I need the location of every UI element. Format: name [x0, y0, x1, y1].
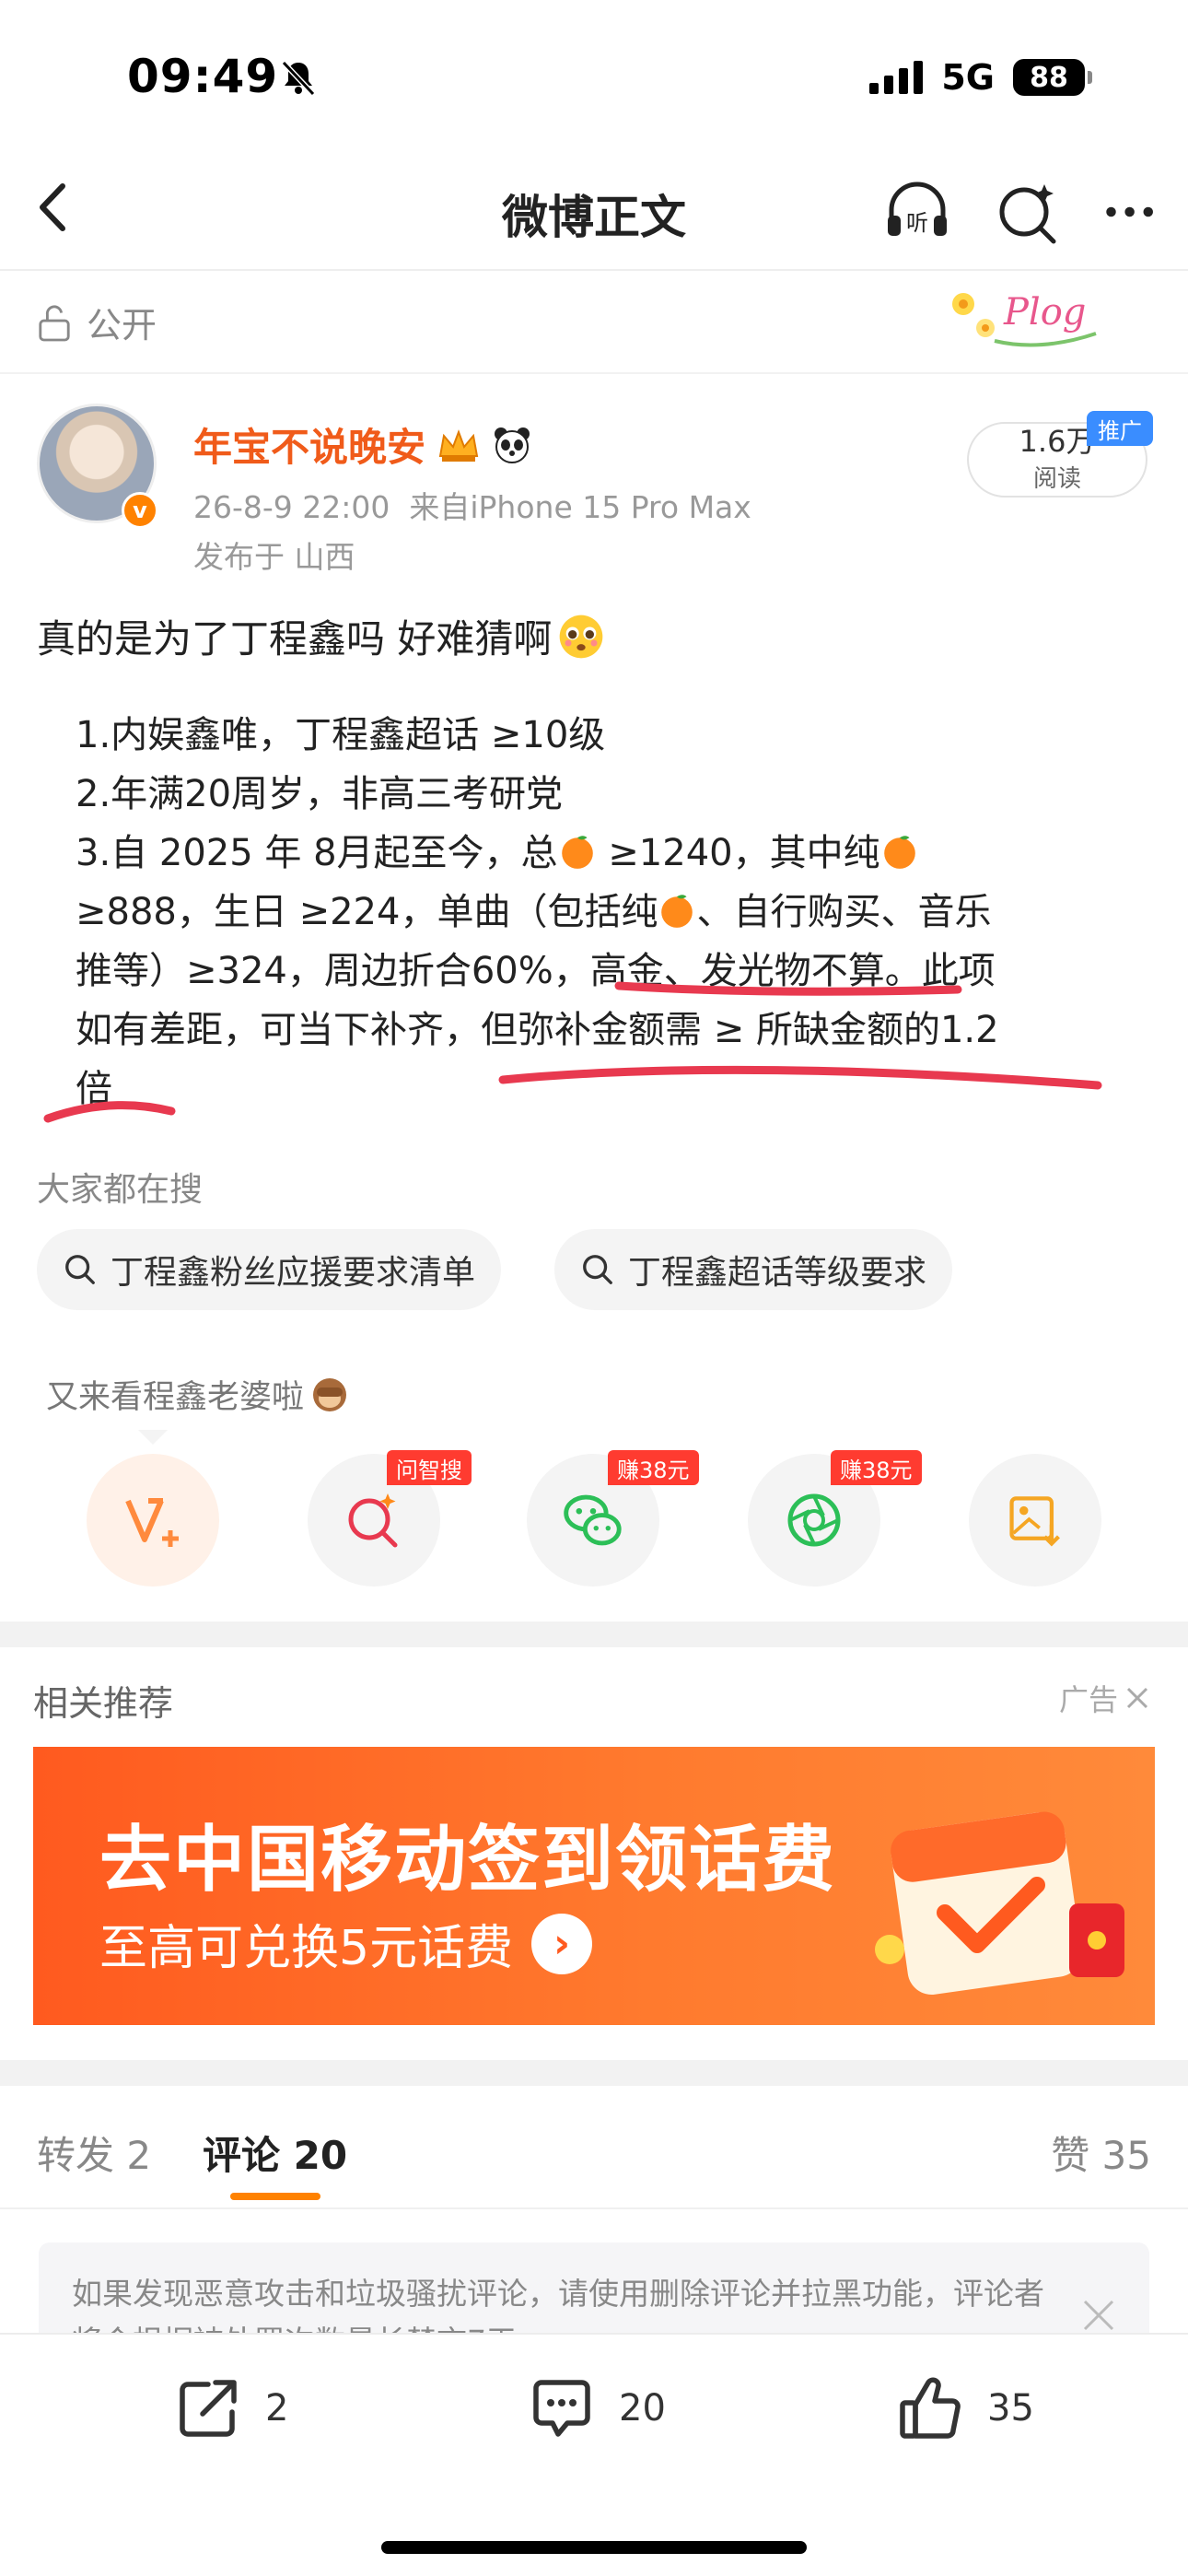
- battery-level: 88: [1030, 61, 1068, 94]
- verified-badge-icon: v: [122, 492, 158, 529]
- search-icon: [583, 1255, 612, 1284]
- post-text: ≥1240，其中纯: [596, 832, 880, 874]
- moments-badge: 赚38元: [831, 1450, 922, 1485]
- pleading-face-emoji-icon: [560, 615, 603, 658]
- bottom-action-bar: [0, 2333, 1188, 2576]
- post-line: 1.内娱鑫唯，丁程鑫超话 ≥10级: [76, 714, 606, 756]
- visibility-row[interactable]: 公开: [37, 297, 157, 347]
- superfan-button[interactable]: [87, 1454, 219, 1587]
- see-no-evil-monkey-icon: [313, 1377, 347, 1411]
- superfan-v-icon: [125, 1498, 179, 1547]
- comment-count: 20: [619, 2387, 666, 2430]
- post-title-text: 真的是为了丁程鑫吗 好难猜啊: [37, 616, 553, 662]
- comment-button[interactable]: 20: [525, 2371, 666, 2445]
- orange-emoji-icon: [661, 895, 693, 928]
- listen-button[interactable]: 听: [880, 175, 954, 252]
- status-right: 5G 88: [869, 57, 1092, 98]
- read-count-label: 阅读: [1032, 464, 1081, 493]
- search-chip[interactable]: 丁程鑫粉丝应援要求清单: [37, 1229, 502, 1310]
- crown-badge-icon: [438, 428, 479, 462]
- tab-likes[interactable]: 赞 35: [1051, 2125, 1151, 2181]
- search-icon: [65, 1255, 95, 1284]
- orange-emoji-icon: [883, 836, 915, 869]
- network-label: 5G: [941, 57, 995, 98]
- panda-emoji-icon: [495, 427, 530, 463]
- ad-label[interactable]: 广告: [1059, 1677, 1151, 1719]
- emoji-reaction-label: 又来看程鑫老婆啦: [46, 1371, 350, 1418]
- status-time: 09:49: [127, 50, 279, 103]
- post-text: 、自行购买、音乐: [696, 891, 992, 933]
- tab-reposts[interactable]: 转发 2: [37, 2125, 151, 2181]
- calendar-check-icon: [875, 1811, 1124, 1995]
- chevron-right-icon: ›: [531, 1913, 593, 1974]
- nav-divider: [0, 269, 1188, 271]
- ai-search-badge: 问智搜: [387, 1450, 472, 1485]
- tabs-divider: [0, 2207, 1188, 2209]
- moments-aperture-icon: [787, 1493, 841, 1547]
- post-meta: 26-8-9 22:00 来自iPhone 15 Pro Max: [193, 489, 751, 525]
- thumbs-up-icon: [900, 2377, 961, 2439]
- ai-search-icon[interactable]: [991, 175, 1065, 252]
- svg-text:Plog: Plog: [1003, 291, 1086, 334]
- mute-icon: [278, 57, 319, 98]
- close-icon: [1083, 2300, 1114, 2331]
- section-gap: [0, 2060, 1188, 2086]
- signal-icon: [869, 61, 924, 94]
- close-notice-button[interactable]: [1077, 2294, 1120, 2336]
- trending-search-label: 大家都在搜: [37, 1171, 204, 1209]
- ai-search-icon: [348, 1493, 398, 1548]
- orange-emoji-icon: [561, 836, 593, 869]
- author-name[interactable]: 年宝不说晚安: [193, 416, 532, 473]
- like-button[interactable]: 35: [893, 2371, 1034, 2445]
- read-count-value: 1.6万: [1019, 423, 1096, 459]
- svg-text:听: 听: [906, 210, 928, 236]
- plog-sticker-icon: Plog: [939, 276, 1105, 354]
- post-title: 真的是为了丁程鑫吗 好难猜啊: [37, 608, 607, 664]
- comment-icon: [533, 2380, 590, 2437]
- search-chip-label: 丁程鑫粉丝应援要求清单: [111, 1254, 476, 1292]
- post-line: 2.年满20周岁，非高三考研党: [76, 773, 564, 815]
- search-chip[interactable]: 丁程鑫超话等级要求: [554, 1229, 953, 1310]
- author-name-text: 年宝不说晚安: [193, 425, 426, 470]
- pointer-triangle: [138, 1430, 168, 1445]
- repost-count: 2: [265, 2387, 289, 2430]
- share-icon: [180, 2380, 237, 2437]
- post-text: ≥888，生日 ≥224，单曲（包括纯: [76, 891, 658, 933]
- save-image-button[interactable]: [969, 1454, 1101, 1587]
- battery-icon: 88: [1013, 59, 1092, 96]
- close-icon: [1126, 1687, 1148, 1709]
- post-location: 发布于 山西: [193, 539, 355, 575]
- home-indicator: [381, 2541, 807, 2554]
- ad-banner-title: 去中国移动签到领话费: [99, 1819, 837, 1902]
- emoji-reaction-text: 又来看程鑫老婆啦: [46, 1379, 305, 1416]
- unlock-icon: [39, 304, 70, 341]
- section-gap: [0, 1622, 1188, 1647]
- wechat-badge: 赚38元: [608, 1450, 699, 1485]
- tab-comments[interactable]: 评论 20: [203, 2125, 347, 2181]
- post-line: ≥888，生日 ≥224，单曲（包括纯 、自行购买、音乐: [76, 883, 1116, 942]
- promo-badge: 推广: [1087, 411, 1153, 446]
- post-line: 3.自 2025 年 8月起至今，总 ≥1240，其中纯: [76, 824, 1116, 883]
- wechat-icon: [564, 1494, 622, 1546]
- search-chip-label: 丁程鑫超话等级要求: [628, 1254, 927, 1292]
- ad-label-text: 广告: [1058, 1682, 1118, 1717]
- active-tab-indicator: [230, 2193, 320, 2200]
- section-divider: [0, 372, 1188, 374]
- ad-banner-subtitle: 至高可兑换5元话费 ›: [99, 1909, 593, 1978]
- post-text: 3.自 2025 年 8月起至今，总: [76, 832, 558, 874]
- like-count: 35: [987, 2387, 1034, 2430]
- nav-actions: 听: [880, 175, 1166, 252]
- ad-banner-subtitle-text: 至高可兑换5元话费: [99, 1921, 514, 1976]
- more-icon[interactable]: [1101, 175, 1166, 252]
- save-image-icon: [1009, 1496, 1060, 1547]
- repost-button[interactable]: 2: [171, 2371, 288, 2445]
- visibility-label: 公开: [87, 305, 157, 345]
- marker-annotation: [43, 981, 1102, 1123]
- ad-banner[interactable]: 去中国移动签到领话费 至高可兑换5元话费 ›: [33, 1747, 1155, 2025]
- related-title: 相关推荐: [33, 1683, 174, 1724]
